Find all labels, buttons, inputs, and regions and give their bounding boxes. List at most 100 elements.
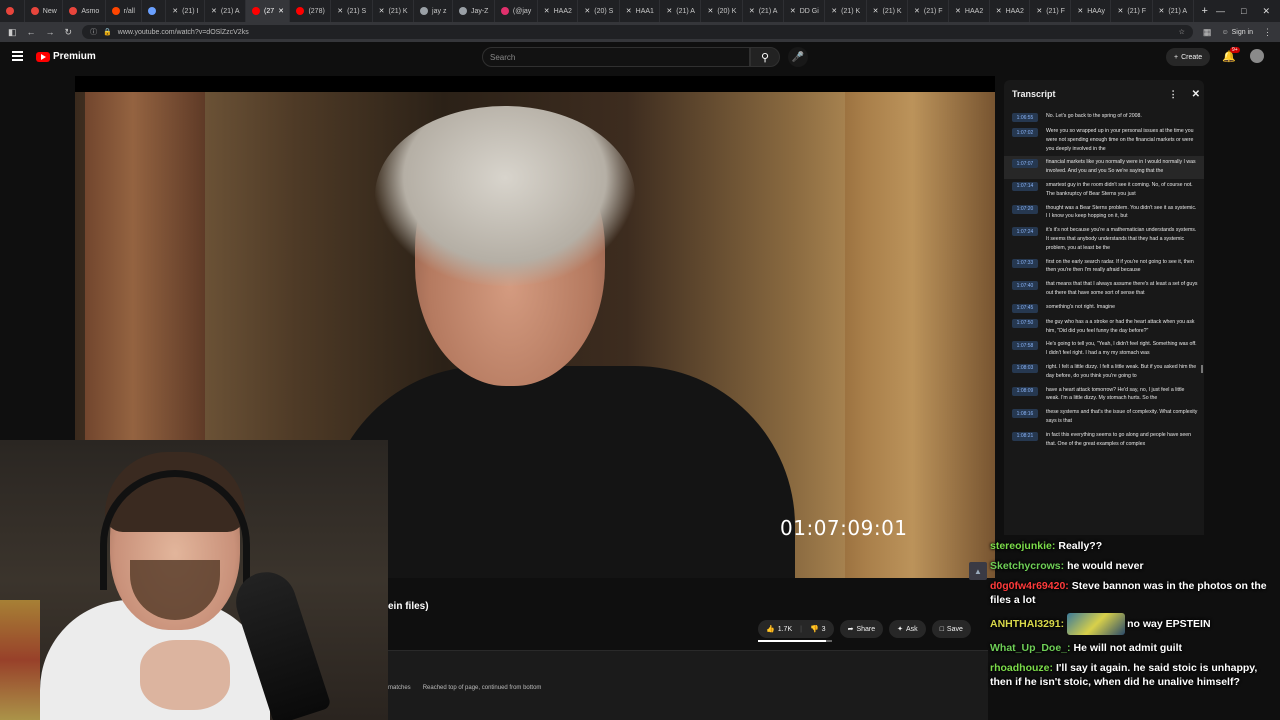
- browser-menu-icon[interactable]: ⋮: [1263, 27, 1272, 38]
- browser-tab[interactable]: ✕ (21) K: [867, 0, 909, 22]
- browser-tab[interactable]: ✕ (21) K: [373, 0, 415, 22]
- maximize-icon[interactable]: □: [1241, 6, 1246, 17]
- create-button[interactable]: + Create: [1166, 48, 1211, 66]
- transcript-timestamp[interactable]: 1:08:09: [1012, 386, 1038, 396]
- browser-tab[interactable]: Asmo: [63, 0, 106, 22]
- site-info-icon[interactable]: ⓘ: [90, 27, 97, 37]
- chat-username[interactable]: Sketchycrows:: [990, 560, 1064, 572]
- voice-search-button[interactable]: 🎤: [788, 47, 808, 67]
- transcript-segment[interactable]: 1:07:58 He's going to tell you, "Yeah, I …: [1004, 338, 1204, 361]
- browser-tab[interactable]: [0, 0, 25, 22]
- transcript-text: thought was a Bear Sterns problem. You d…: [1046, 204, 1197, 220]
- browser-tab[interactable]: ✕ HAAy: [1071, 0, 1112, 22]
- transcript-timestamp[interactable]: 1:08:03: [1012, 363, 1038, 373]
- transcript-segment[interactable]: 1:07:33 first on the early search radar. …: [1004, 256, 1204, 279]
- chat-username[interactable]: rhoadhouze:: [990, 662, 1053, 674]
- extensions-icon[interactable]: ▦: [1203, 27, 1212, 38]
- browser-tab[interactable]: ✕ (20) S: [578, 0, 620, 22]
- signin-button[interactable]: ☺ Sign in: [1221, 29, 1253, 36]
- forward-icon[interactable]: →: [46, 27, 55, 37]
- transcript-timestamp[interactable]: 1:06:55: [1012, 113, 1038, 122]
- browser-tab[interactable]: ✕ (21) A: [1153, 0, 1194, 22]
- share-button[interactable]: ➦ Share: [839, 620, 884, 638]
- browser-tab[interactable]: ✕ (20) K: [701, 0, 743, 22]
- close-tab-icon[interactable]: ✕: [278, 7, 284, 15]
- tab-favicon-icon: [420, 7, 429, 15]
- browser-tab[interactable]: r/all: [106, 0, 142, 22]
- dislike-button[interactable]: 👎 3: [810, 625, 826, 634]
- search-input[interactable]: Search: [482, 47, 750, 67]
- transcript-segment[interactable]: 1:07:50 the guy who has a a stroke or had…: [1004, 316, 1204, 339]
- browser-tab[interactable]: ✕ DD Gi: [784, 0, 826, 22]
- more-options-icon[interactable]: ⋮: [1169, 89, 1178, 100]
- transcript-timestamp[interactable]: 1:08:21: [1012, 431, 1038, 441]
- browser-tab[interactable]: jay z: [414, 0, 453, 22]
- transcript-segment[interactable]: 1:07:14 smartest guy in the room didn't s…: [1004, 179, 1204, 202]
- browser-tab[interactable]: ✕ HAA2: [990, 0, 1031, 22]
- browser-tab[interactable]: ✕ (21) F: [1030, 0, 1072, 22]
- transcript-timestamp[interactable]: 1:07:07: [1012, 159, 1038, 169]
- new-tab-icon[interactable]: +: [1194, 5, 1216, 17]
- chat-username[interactable]: ANHTHAI3291:: [990, 618, 1064, 630]
- browser-tab[interactable]: ✕ (21) A: [743, 0, 784, 22]
- transcript-segment[interactable]: 1:07:45 something's not right. Imagine: [1004, 301, 1204, 316]
- chat-message-text: he would never: [1067, 560, 1144, 572]
- close-icon[interactable]: ✕: [1192, 89, 1200, 100]
- browser-tab[interactable]: ✕ HAA2: [538, 0, 579, 22]
- browser-tab-label: (20) S: [594, 7, 614, 15]
- transcript-timestamp[interactable]: 1:07:14: [1012, 181, 1038, 191]
- youtube-logo[interactable]: Premium: [36, 51, 96, 62]
- transcript-timestamp[interactable]: 1:07:20: [1012, 204, 1038, 214]
- browser-tab[interactable]: (278): [290, 0, 332, 22]
- transcript-timestamp[interactable]: 1:07:02: [1012, 128, 1038, 137]
- minimize-icon[interactable]: —: [1216, 6, 1225, 17]
- url-field[interactable]: ⓘ 🔒 www.youtube.com/watch?v=dOSlZzcV2ks …: [82, 25, 1193, 39]
- transcript-timestamp[interactable]: 1:07:50: [1012, 318, 1038, 328]
- chat-username[interactable]: d0g0fw4r69420:: [990, 580, 1069, 592]
- browser-tab[interactable]: ✕ HAA1: [620, 0, 661, 22]
- browser-tab[interactable]: Jay-Z: [453, 0, 495, 22]
- browser-tab[interactable]: (@jay: [495, 0, 538, 22]
- transcript-segment[interactable]: 1:08:21 in fact this everything seems to …: [1004, 429, 1204, 452]
- save-button[interactable]: □ Save: [931, 620, 971, 638]
- back-icon[interactable]: ←: [27, 27, 36, 37]
- browser-tab[interactable]: ✕ (21) A: [205, 0, 247, 22]
- transcript-segment[interactable]: 1:07:24 it's it's not because you're a ma…: [1004, 224, 1204, 255]
- user-avatar[interactable]: [1250, 49, 1264, 63]
- browser-tab[interactable]: ✕ (21) F: [1111, 0, 1153, 22]
- hamburger-menu-icon[interactable]: [12, 51, 23, 61]
- transcript-scrollbar[interactable]: [1201, 365, 1203, 373]
- browser-tab[interactable]: ✕ (21) S: [331, 0, 373, 22]
- bookmark-star-icon[interactable]: ☆: [1179, 28, 1185, 36]
- transcript-timestamp[interactable]: 1:07:24: [1012, 227, 1038, 237]
- chat-username[interactable]: stereojunkie:: [990, 540, 1055, 552]
- transcript-segment[interactable]: 1:07:02 Were you so wrapped up in your pe…: [1004, 125, 1204, 156]
- transcript-segment[interactable]: 1:08:03 right. I felt a little dizzy. I f…: [1004, 361, 1204, 384]
- ask-button[interactable]: ✦ Ask: [889, 620, 926, 638]
- browser-tab[interactable]: ✕ (21) I: [166, 0, 206, 22]
- sidebar-toggle-icon[interactable]: ◧: [8, 27, 17, 38]
- browser-tab[interactable]: [142, 0, 167, 22]
- transcript-segment[interactable]: 1:08:09 have a heart attack tomorrow? He'…: [1004, 384, 1204, 407]
- browser-tab[interactable]: ✕ (21) A: [660, 0, 702, 22]
- close-window-icon[interactable]: ✕: [1262, 6, 1270, 17]
- transcript-segment[interactable]: 1:07:40 that means that that I always ass…: [1004, 278, 1204, 301]
- transcript-segment[interactable]: 1:07:20 thought was a Bear Sterns problem…: [1004, 202, 1204, 225]
- browser-tab[interactable]: New: [25, 0, 64, 22]
- like-button[interactable]: 👍 1.7K: [766, 625, 792, 634]
- browser-tab[interactable]: ✕ HAA2: [949, 0, 990, 22]
- browser-tab[interactable]: ✕ (21) K: [825, 0, 867, 22]
- chat-username[interactable]: What_Up_Doe_:: [990, 642, 1071, 654]
- reload-icon[interactable]: ↻: [65, 27, 73, 38]
- transcript-timestamp[interactable]: 1:07:58: [1012, 341, 1038, 351]
- transcript-segment[interactable]: 1:08:16 these systems and that's the issu…: [1004, 406, 1204, 429]
- transcript-timestamp[interactable]: 1:08:16: [1012, 409, 1038, 419]
- transcript-timestamp[interactable]: 1:07:33: [1012, 258, 1038, 268]
- transcript-segment[interactable]: 1:06:55 No. Let's go back to the spring o…: [1004, 110, 1204, 125]
- transcript-timestamp[interactable]: 1:07:40: [1012, 281, 1038, 291]
- transcript-segment[interactable]: 1:07:07 financial markets like you normal…: [1004, 156, 1204, 179]
- browser-tab[interactable]: ✕ (21) F: [908, 0, 950, 22]
- search-button[interactable]: ⚲: [750, 47, 780, 67]
- browser-tab[interactable]: (27 ✕: [246, 0, 291, 22]
- transcript-timestamp[interactable]: 1:07:45: [1012, 303, 1038, 313]
